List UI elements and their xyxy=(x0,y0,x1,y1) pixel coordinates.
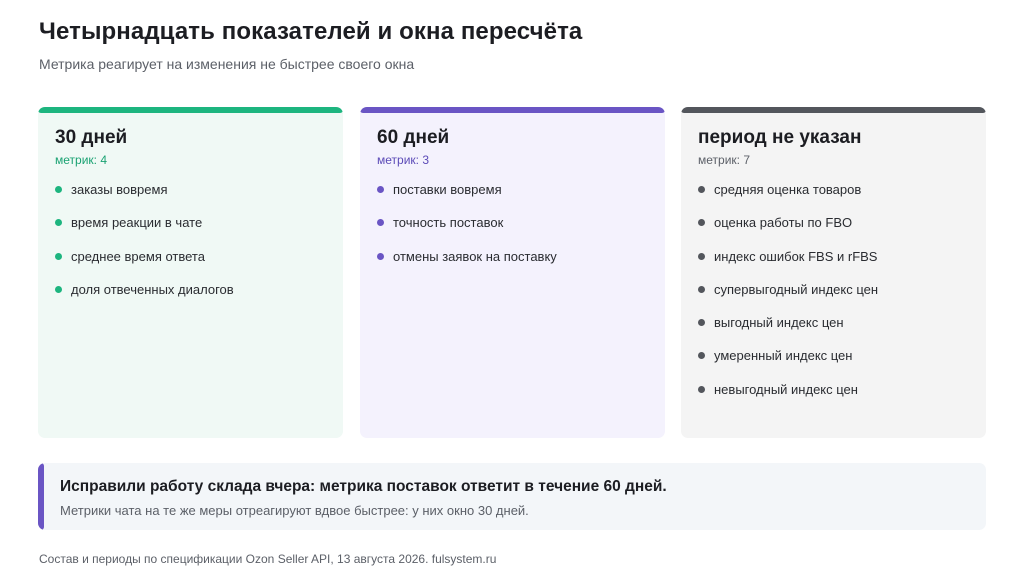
card-accent-bar xyxy=(681,107,986,113)
bullet-dot-icon xyxy=(55,186,62,193)
metric-label: оценка работы по FBO xyxy=(714,215,853,231)
card-title: 30 дней xyxy=(55,127,128,148)
card-60-days: 60 дней метрик: 3 поставки вовремя точно… xyxy=(360,107,665,438)
metric-label: заказы вовремя xyxy=(71,182,168,197)
metric-list: заказы вовремя время реакции в чате сред… xyxy=(55,180,234,313)
period-cards: 30 дней метрик: 4 заказы вовремя время р… xyxy=(38,107,986,438)
metric-label: умеренный индекс цен xyxy=(714,348,853,364)
page-title: Четырнадцать показателей и окна пересчёт… xyxy=(39,18,583,45)
bullet-dot-icon xyxy=(55,285,62,293)
metric-label: среднее время ответа xyxy=(71,248,205,264)
footer-source: Состав и периоды по спецификации Ozon Se… xyxy=(39,552,497,566)
metric-label: супервыгодный индекс цен xyxy=(714,281,879,297)
bullet-dot-icon xyxy=(377,252,384,260)
bullet-dot-icon xyxy=(55,219,62,227)
metric-item: умеренный индекс цен xyxy=(698,346,878,379)
card-metric-count: метрик: 4 xyxy=(55,153,107,167)
callout-accent-bar xyxy=(38,463,44,530)
bullet-dot-icon xyxy=(698,252,705,260)
card-title: 60 дней xyxy=(377,127,450,148)
metric-label: индекс ошибок FBS и rFBS xyxy=(714,248,878,264)
metric-list: средняя оценка товаров оценка работы по … xyxy=(698,180,878,413)
callout-text: Метрики чата на те же меры отреагируют в… xyxy=(60,503,529,518)
bullet-dot-icon xyxy=(698,319,705,327)
metric-list: поставки вовремя точность поставок отмен… xyxy=(377,180,557,280)
metric-item: точность поставок xyxy=(377,213,557,246)
metric-label: доля отвеченных диалогов xyxy=(71,281,234,297)
bullet-dot-icon xyxy=(377,219,384,227)
metric-label: поставки вовремя xyxy=(393,182,502,197)
metric-item: оценка работы по FBO xyxy=(698,213,878,246)
metric-label: отмены заявок на поставку xyxy=(393,248,557,264)
bullet-dot-icon xyxy=(377,186,384,193)
callout-title: Исправили работу склада вчера: метрика п… xyxy=(60,478,667,495)
card-30-days: 30 дней метрик: 4 заказы вовремя время р… xyxy=(38,107,343,438)
metric-item: выгодный индекс цен xyxy=(698,313,878,346)
bullet-dot-icon xyxy=(698,219,705,227)
card-accent-bar xyxy=(360,107,665,113)
metric-label: точность поставок xyxy=(393,215,504,231)
bullet-dot-icon xyxy=(698,186,705,193)
page-subtitle: Метрика реагирует на изменения не быстре… xyxy=(39,56,415,72)
bullet-dot-icon xyxy=(55,252,62,260)
card-metric-count: метрик: 3 xyxy=(377,153,429,167)
metric-item: доля отвеченных диалогов xyxy=(55,280,234,313)
metric-item: среднее время ответа xyxy=(55,247,234,280)
card-accent-bar xyxy=(38,107,343,113)
bullet-dot-icon xyxy=(698,385,705,393)
metric-label: время реакции в чате xyxy=(71,215,203,231)
metric-item: отмены заявок на поставку xyxy=(377,247,557,280)
card-period-unspecified: период не указан метрик: 7 средняя оценк… xyxy=(681,107,986,438)
metric-label: выгодный индекс цен xyxy=(714,315,844,331)
bullet-dot-icon xyxy=(698,352,705,360)
callout-note: Исправили работу склада вчера: метрика п… xyxy=(38,463,986,530)
metric-item: заказы вовремя xyxy=(55,180,234,213)
card-metric-count: метрик: 7 xyxy=(698,153,750,167)
metric-item: поставки вовремя xyxy=(377,180,557,213)
metric-item: средняя оценка товаров xyxy=(698,180,878,213)
metric-item: невыгодный индекс цен xyxy=(698,380,878,413)
page: Четырнадцать показателей и окна пересчёт… xyxy=(0,0,1024,576)
metric-item: время реакции в чате xyxy=(55,213,234,246)
metric-item: супервыгодный индекс цен xyxy=(698,280,878,313)
metric-item: индекс ошибок FBS и rFBS xyxy=(698,247,878,280)
metric-label: средняя оценка товаров xyxy=(714,182,862,197)
bullet-dot-icon xyxy=(698,285,705,293)
card-title: период не указан xyxy=(698,127,862,148)
metric-label: невыгодный индекс цен xyxy=(714,381,858,397)
